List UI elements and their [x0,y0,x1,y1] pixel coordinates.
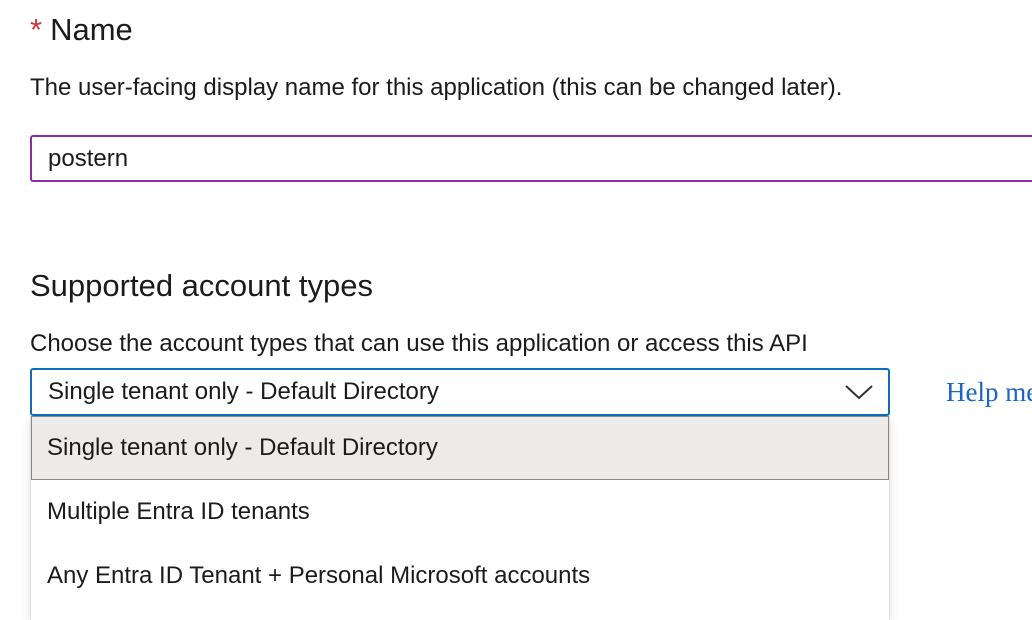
name-input[interactable]: postern [30,135,1032,182]
dropdown-option-any-tenant-personal[interactable]: Any Entra ID Tenant + Personal Microsoft… [31,544,889,608]
account-types-select-value: Single tenant only - Default Directory [48,378,439,405]
chevron-down-icon[interactable] [844,381,874,403]
account-types-heading: Supported account types [30,268,373,303]
account-types-dropdown-list: Single tenant only - Default Directory M… [30,416,890,620]
required-asterisk: * [30,12,43,47]
dropdown-option-multiple-tenants[interactable]: Multiple Entra ID tenants [31,480,889,544]
name-heading-label: Name [50,12,133,47]
account-types-description: Choose the account types that can use th… [30,330,808,357]
account-types-select[interactable]: Single tenant only - Default Directory [30,368,890,416]
dropdown-option-single-tenant[interactable]: Single tenant only - Default Directory [31,416,889,480]
name-input-value: postern [48,145,129,172]
help-me-link[interactable]: Help me [946,375,1032,409]
name-heading: * Name [30,10,133,50]
name-description: The user-facing display name for this ap… [30,74,843,101]
